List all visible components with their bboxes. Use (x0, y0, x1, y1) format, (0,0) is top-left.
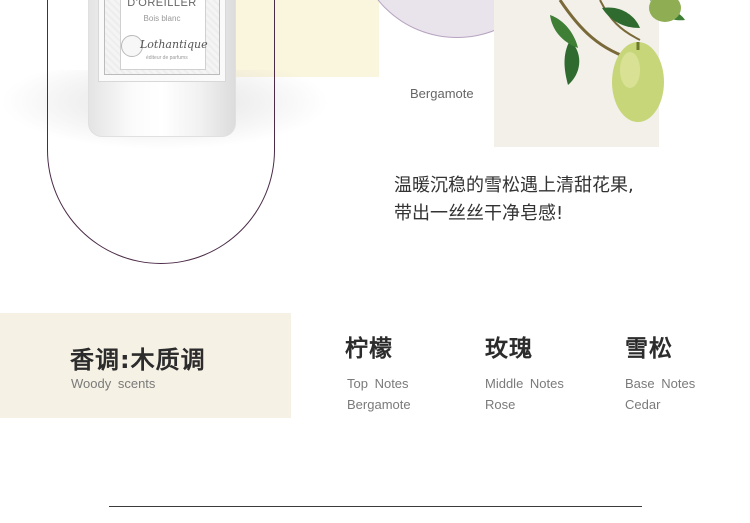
note-base: 雪松 Base Notes Cedar (625, 329, 695, 415)
fragrance-description: 温暖沉稳的雪松遇上清甜花果, 带出一丝丝干净皂感! (394, 172, 634, 228)
note-name: Bergamote (347, 397, 411, 412)
brand-logo: Lothantique (140, 38, 208, 51)
scent-family-title: 香调:木质调 (70, 346, 206, 374)
description-line-1: 温暖沉稳的雪松遇上清甜花果, (394, 175, 634, 196)
scent-family-subtitle: Woody scents (71, 376, 156, 391)
note-middle: 玫瑰 Middle Notes Rose (485, 329, 564, 415)
illustration-caption: Bergamote (410, 86, 474, 101)
section-divider (109, 506, 642, 507)
note-name: Cedar (625, 397, 661, 412)
lemon-branch-illustration-icon (550, 0, 685, 122)
note-top: 柠檬 Top Notes Bergamote (345, 329, 411, 415)
bottle-product-name: D'OREILLER (127, 0, 197, 9)
note-name: Rose (485, 397, 516, 412)
description-line-2: 带出一丝丝干净皂感! (394, 203, 564, 224)
note-tier: Top Notes (347, 376, 409, 391)
note-title: 雪松 (625, 336, 673, 362)
brand-tagline: éditeur de parfums (146, 55, 188, 61)
note-tier: Middle Notes (485, 376, 564, 391)
note-tier: Base Notes (625, 376, 696, 391)
note-title: 玫瑰 (485, 336, 533, 362)
bottle-product-subtitle: Bois blanc (143, 14, 181, 23)
note-title: 柠檬 (345, 336, 393, 362)
